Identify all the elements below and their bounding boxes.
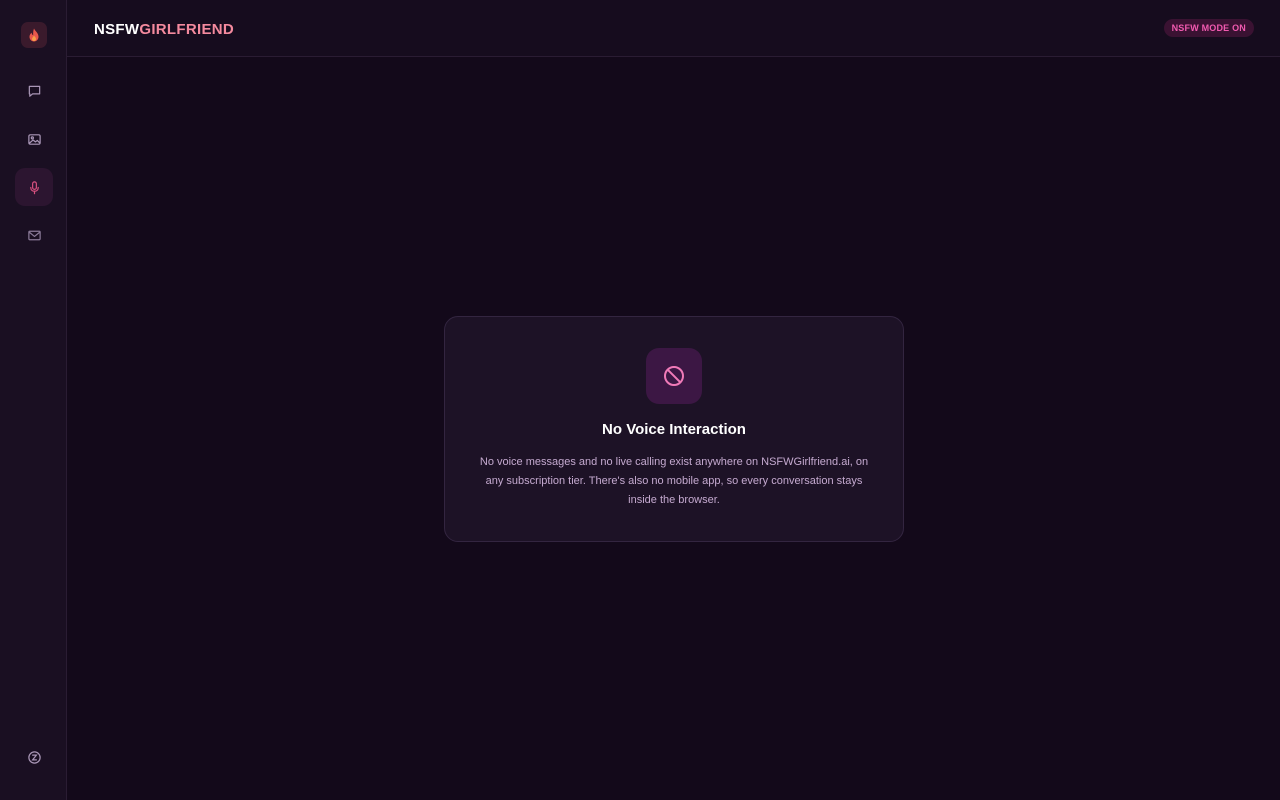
brand-part-2: GIRLFRIEND	[139, 21, 235, 38]
top-header: NSFWGIRLFRIEND NSFW MODE ON	[67, 0, 1280, 57]
info-card: No Voice Interaction No voice messages a…	[444, 316, 904, 542]
sidebar-item-credits[interactable]	[15, 738, 53, 776]
image-icon	[27, 133, 41, 145]
card-icon-tile	[646, 348, 702, 404]
sidebar-item-messages[interactable]	[15, 216, 53, 254]
card-description: No voice messages and no live calling ex…	[479, 456, 869, 506]
coin-icon	[27, 750, 41, 764]
sidebar-item-voice[interactable]	[15, 168, 53, 206]
brand-wordmark[interactable]: NSFWGIRLFRIEND	[94, 21, 234, 38]
prohibited-icon	[664, 366, 684, 386]
microphone-icon	[29, 180, 39, 194]
brand-part-1: NSFW	[94, 21, 140, 38]
sidebar-item-chat[interactable]	[15, 72, 53, 110]
app-root: NSFWGIRLFRIEND NSFW MODE ON No Voice Int…	[0, 0, 1280, 800]
chat-bubble-icon	[28, 85, 40, 97]
mail-icon	[27, 230, 41, 240]
sidebar-item-images[interactable]	[15, 120, 53, 158]
nsfw-mode-badge[interactable]: NSFW MODE ON	[1163, 19, 1254, 37]
sidebar	[0, 0, 67, 800]
card-title: No Voice Interaction	[602, 421, 746, 438]
flame-icon	[29, 28, 39, 42]
app-logo[interactable]	[21, 22, 47, 48]
